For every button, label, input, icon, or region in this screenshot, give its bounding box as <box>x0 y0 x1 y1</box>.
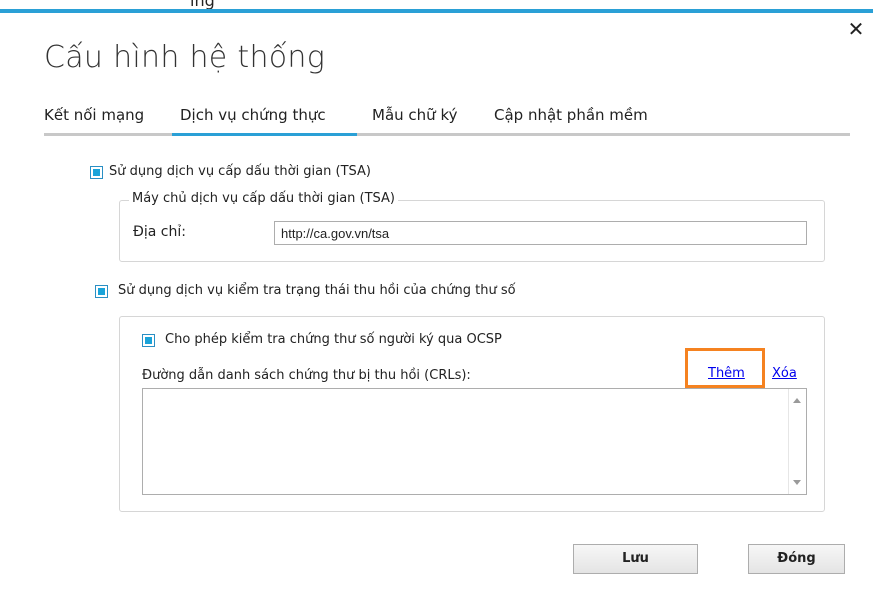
delete-crl-link[interactable]: Xóa <box>772 366 797 381</box>
crl-label: Đường dẫn danh sách chứng thư bị thu hồi… <box>142 368 471 383</box>
tsa-checkbox-label: Sử dụng dịch vụ cấp dấu thời gian (TSA) <box>109 164 371 179</box>
save-button[interactable]: Lưu <box>573 544 698 574</box>
revocation-checkbox-label: Sử dụng dịch vụ kiểm tra trạng thái thu … <box>118 283 516 298</box>
add-crl-link[interactable]: Thêm <box>708 366 745 381</box>
tab-underline <box>44 133 850 136</box>
accent-line <box>0 9 873 13</box>
tab-certification-service[interactable]: Dịch vụ chứng thực <box>180 106 326 124</box>
close-button[interactable]: Đóng <box>748 544 845 574</box>
tab-network[interactable]: Kết nối mạng <box>44 106 144 124</box>
tsa-checkbox[interactable] <box>90 166 103 179</box>
scroll-up-icon[interactable] <box>793 398 801 403</box>
window-top-bar: ing <box>0 0 873 13</box>
address-label: Địa chỉ: <box>133 224 186 240</box>
active-tab-indicator <box>172 133 357 136</box>
tsa-address-input[interactable] <box>274 221 807 245</box>
crl-listbox[interactable] <box>142 388 807 495</box>
scroll-down-icon[interactable] <box>793 480 801 485</box>
ocsp-checkbox[interactable] <box>142 334 155 347</box>
tab-signature-template[interactable]: Mẫu chữ ký <box>372 106 457 124</box>
close-icon[interactable]: ✕ <box>844 17 868 41</box>
revocation-checkbox[interactable] <box>95 285 108 298</box>
ocsp-checkbox-label: Cho phép kiểm tra chứng thư số người ký … <box>165 332 502 347</box>
tsa-group-legend: Máy chủ dịch vụ cấp dấu thời gian (TSA) <box>129 191 399 206</box>
tab-software-update[interactable]: Cập nhật phần mềm <box>494 106 648 124</box>
crl-scrollbar[interactable] <box>788 389 806 494</box>
dialog-title: Cấu hình hệ thống <box>44 40 326 75</box>
